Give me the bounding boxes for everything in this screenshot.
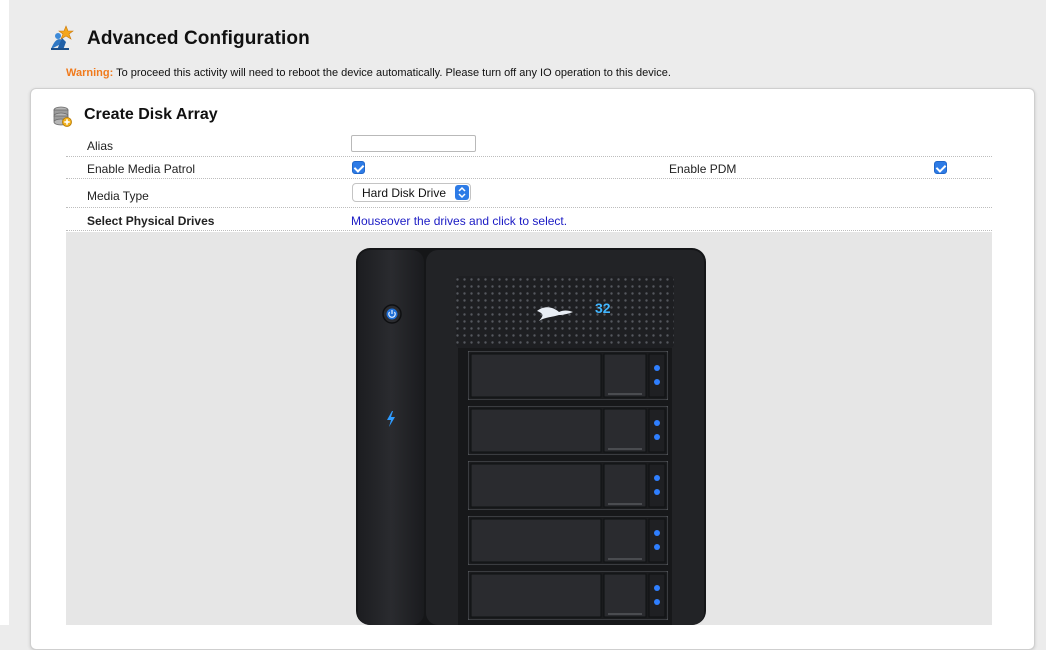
drive-bay[interactable] xyxy=(467,515,669,566)
warning-message: Warning: To proceed this activity will n… xyxy=(66,67,671,79)
thunderbolt-icon xyxy=(387,411,395,427)
alias-row xyxy=(66,134,992,157)
alias-label: Alias xyxy=(87,139,114,153)
select-drives-label: Select Physical Drives xyxy=(87,214,215,228)
page-title: Advanced Configuration xyxy=(87,28,310,49)
media-type-value: Hard Disk Drive xyxy=(362,186,447,200)
media-patrol-label: Enable Media Patrol xyxy=(87,162,196,176)
media-patrol-checkbox[interactable] xyxy=(352,161,365,174)
drive-bay[interactable] xyxy=(467,405,669,456)
drive-bay[interactable] xyxy=(467,460,669,511)
power-button-icon[interactable] xyxy=(382,304,402,324)
select-arrows-icon xyxy=(455,185,469,200)
media-patrol-row xyxy=(66,156,992,179)
drive-bay[interactable] xyxy=(467,570,669,621)
logo-model-number: 32 xyxy=(595,300,611,316)
drive-bay[interactable] xyxy=(467,350,669,401)
alias-input[interactable] xyxy=(351,135,476,152)
pdm-checkbox[interactable] xyxy=(934,161,947,174)
advanced-config-icon xyxy=(51,25,74,50)
section-title: Create Disk Array xyxy=(84,106,218,123)
select-drives-hint: Mouseover the drives and click to select… xyxy=(351,214,568,228)
warning-text: To proceed this activity will need to re… xyxy=(113,67,671,79)
media-type-row xyxy=(66,180,992,208)
pdm-label: Enable PDM xyxy=(669,162,737,176)
media-type-select[interactable]: Hard Disk Drive xyxy=(352,183,471,202)
warning-label: Warning: xyxy=(66,67,114,79)
pegasus-logo: 32 xyxy=(535,300,625,322)
left-edge-strip xyxy=(0,0,9,625)
disk-array-icon xyxy=(53,106,72,127)
media-type-label: Media Type xyxy=(87,189,149,203)
